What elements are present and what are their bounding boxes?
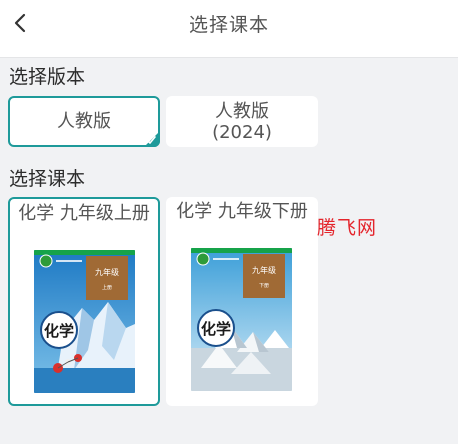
cover-volume-text: 上册 <box>102 284 112 291</box>
watermark-text: 腾飞网 <box>317 217 378 239</box>
top-nav-bar: 选择课本 <box>0 0 458 58</box>
book-card-chemistry-9b[interactable]: 化学 九年级下册 九年级 下册 化学 <box>166 197 318 406</box>
cover-grade-text: 九年级 <box>252 265 276 275</box>
edition-section-label: 选择版本 <box>9 66 86 88</box>
edition-option-label: 人教版 <box>214 100 269 122</box>
book-title: 化学 九年级上册 <box>18 203 150 224</box>
checkmark-icon <box>146 136 156 144</box>
edition-option-pep-2024[interactable]: 人教版 (2024) <box>166 96 318 147</box>
cover-subject-text: 化学 <box>44 322 74 340</box>
book-cover-image: 九年级 上册 化学 <box>34 250 135 393</box>
page-title: 选择课本 <box>188 14 269 36</box>
cover-volume-text: 下册 <box>259 283 269 289</box>
book-title: 化学 九年级下册 <box>176 201 308 222</box>
edition-option-year: (2024) <box>212 121 272 143</box>
book-section-label: 选择课本 <box>9 168 86 190</box>
cover-grade-text: 九年级 <box>95 267 119 277</box>
cover-subject-text: 化学 <box>201 320 231 338</box>
book-card-chemistry-9a[interactable]: 化学 九年级上册 九年级 上册 化学 <box>8 197 160 406</box>
edition-option-pep[interactable]: 人教版 <box>8 96 160 147</box>
edition-option-label: 人教版 <box>57 111 111 132</box>
book-cover-image: 九年级 下册 化学 <box>191 248 292 391</box>
